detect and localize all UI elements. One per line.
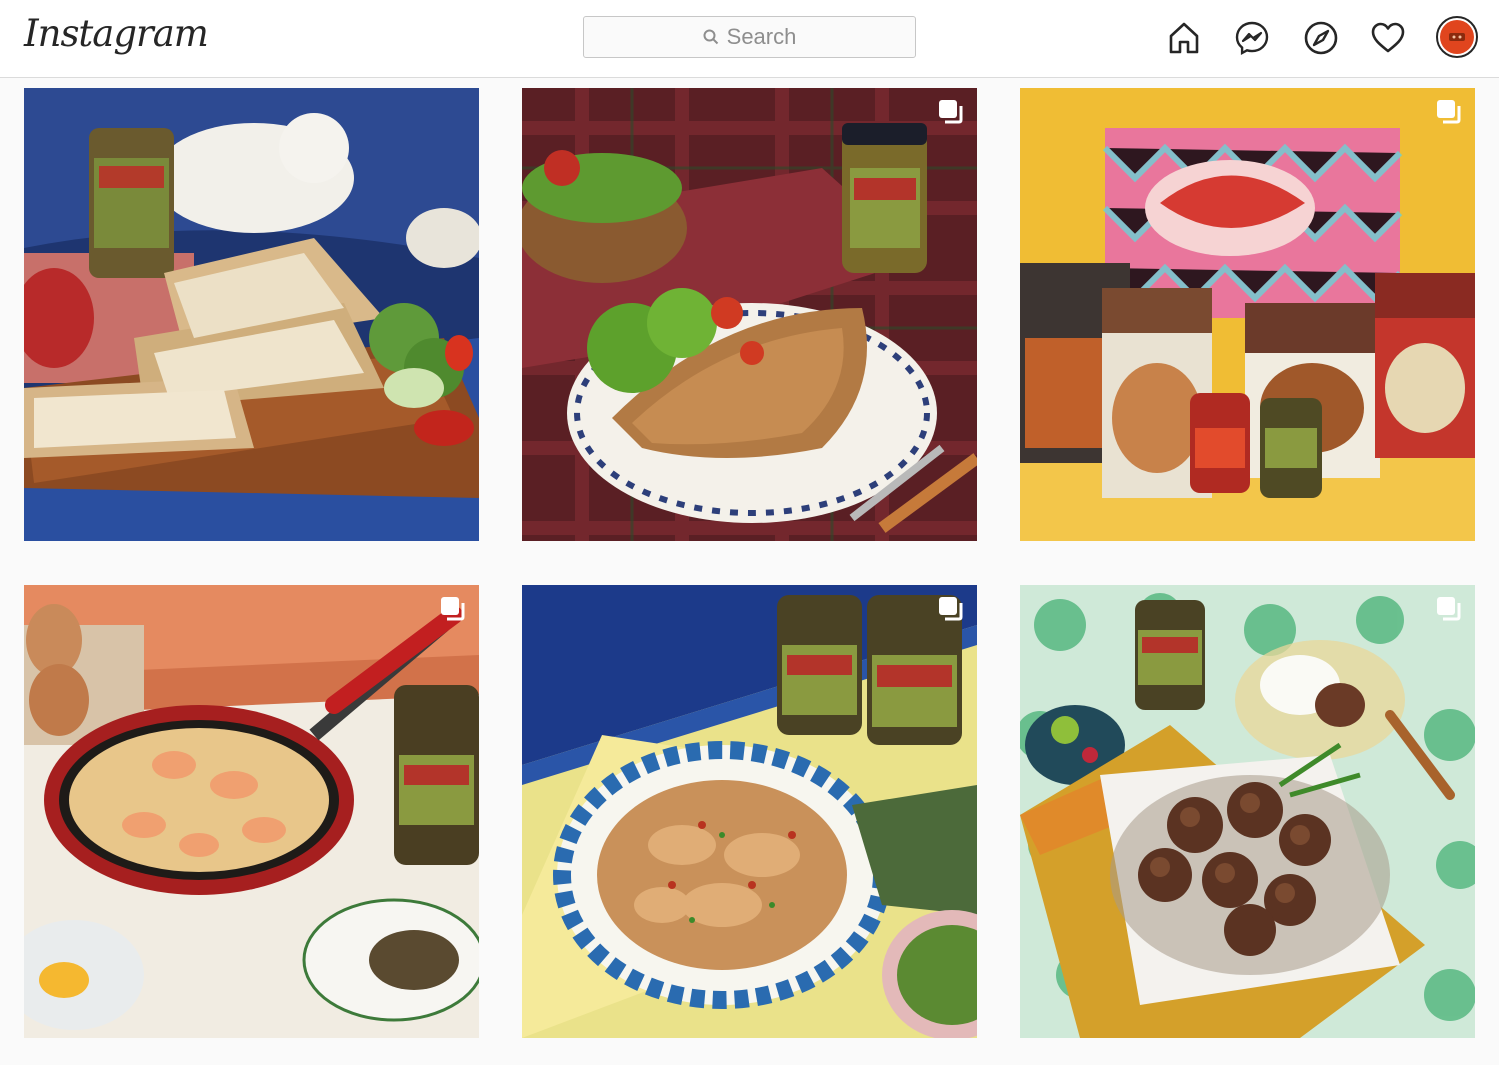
post-image-fried-rice	[24, 585, 479, 1038]
search-placeholder: Search	[726, 24, 797, 49]
post-image-chicken-salad	[522, 88, 977, 541]
activity-heart-icon	[1371, 22, 1405, 53]
multiple-posts-icon	[441, 597, 465, 621]
post-tile-6[interactable]	[1020, 585, 1475, 1038]
post-image-chicken-plate	[522, 585, 977, 1038]
explore-icon	[1304, 21, 1338, 55]
profile-avatar[interactable]	[1436, 16, 1478, 58]
multiple-posts-icon	[939, 100, 963, 124]
post-tile-5[interactable]	[522, 585, 977, 1038]
messenger-icon	[1235, 21, 1269, 56]
search-bar[interactable]: Search	[583, 16, 916, 58]
search-icon	[703, 29, 718, 45]
post-tile-1[interactable]	[24, 88, 479, 541]
post-image-sandwiches	[24, 88, 479, 541]
post-image-meatballs	[1020, 585, 1475, 1038]
instagram-logo[interactable]: Instagram	[24, 12, 209, 55]
post-tile-2[interactable]	[522, 88, 977, 541]
top-navigation-bar: Instagram Search	[0, 0, 1499, 78]
post-image-products	[1020, 88, 1475, 541]
explore-button[interactable]	[1301, 18, 1341, 58]
post-tile-4[interactable]	[24, 585, 479, 1038]
multiple-posts-icon	[1437, 100, 1461, 124]
messenger-button[interactable]	[1232, 18, 1272, 58]
multiple-posts-icon	[1437, 597, 1461, 621]
multiple-posts-icon	[939, 597, 963, 621]
home-button[interactable]	[1164, 18, 1204, 58]
activity-button[interactable]	[1368, 18, 1408, 58]
avatar-image	[1440, 20, 1474, 54]
post-tile-3[interactable]	[1020, 88, 1475, 541]
home-icon	[1169, 22, 1199, 54]
